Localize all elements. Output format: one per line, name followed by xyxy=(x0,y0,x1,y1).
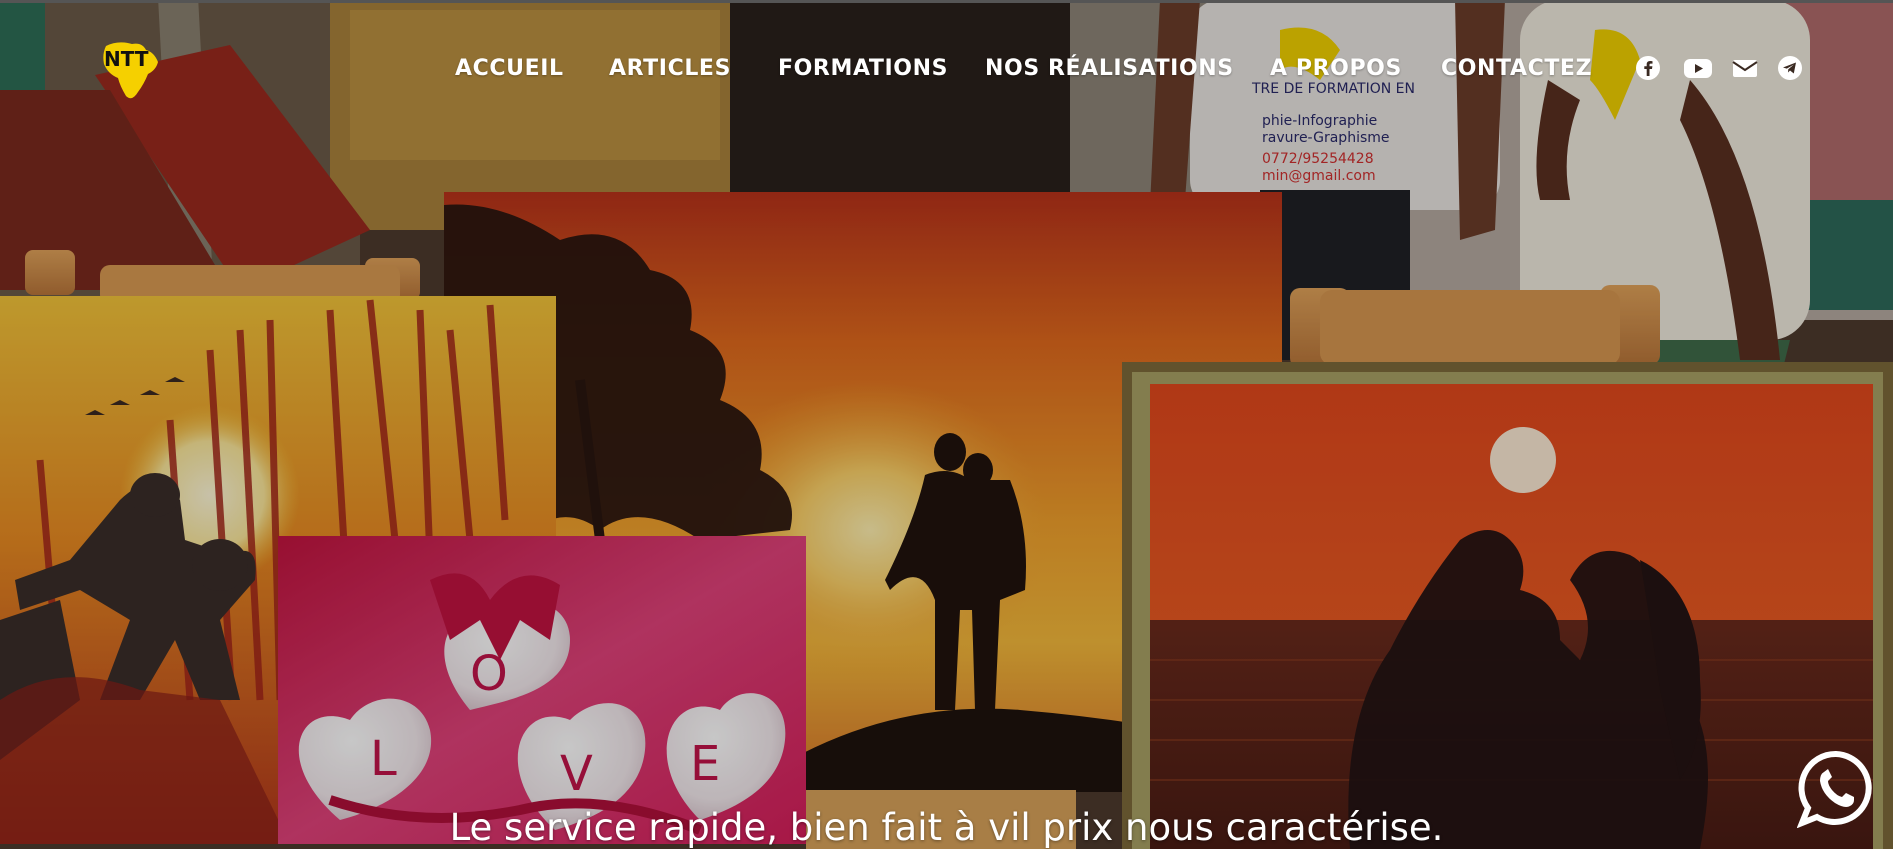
whatsapp-icon xyxy=(1796,750,1872,829)
facebook-icon[interactable] xyxy=(1635,55,1661,81)
hero-section: L O V E TRE DE FORMATION EN phie-Infogra… xyxy=(0,0,1893,849)
telegram-icon[interactable] xyxy=(1777,55,1803,81)
hero-background-image: L O V E TRE DE FORMATION EN phie-Infogra… xyxy=(0,0,1893,849)
nav-item-accueil[interactable]: ACCUEIL xyxy=(455,56,564,81)
hero-tagline: Le service rapide, bien fait à vil prix … xyxy=(449,806,1444,849)
nav-item-a-propos[interactable]: A PROPOS xyxy=(1270,56,1402,81)
email-icon[interactable] xyxy=(1732,55,1758,81)
nav-item-formations[interactable]: FORMATIONS xyxy=(778,56,948,81)
nav-item-articles[interactable]: ARTICLES xyxy=(609,56,731,81)
whatsapp-button[interactable] xyxy=(1796,750,1875,829)
youtube-icon[interactable] xyxy=(1683,55,1713,81)
top-border xyxy=(0,0,1893,3)
nav-item-nos-realisations[interactable]: NOS RÉALISATIONS xyxy=(985,56,1234,81)
nav-item-contactez[interactable]: CONTACTEZ xyxy=(1441,56,1592,81)
main-nav: ACCUEIL ARTICLES FORMATIONS NOS RÉALISAT… xyxy=(0,56,1893,86)
